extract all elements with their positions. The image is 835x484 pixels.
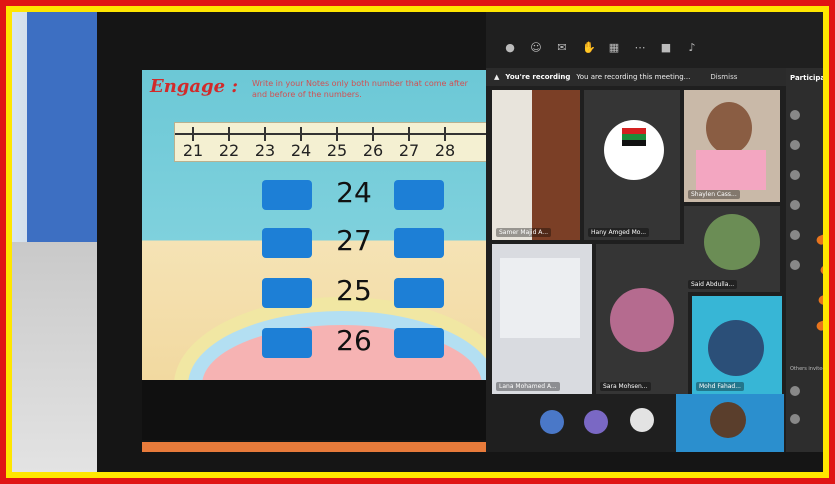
participant-avatar[interactable]: [540, 410, 564, 434]
video-tile[interactable]: Samer Majid A...: [492, 90, 580, 240]
wall-photo: [492, 90, 532, 240]
number-line-label: 23: [254, 141, 276, 160]
video-tile[interactable]: Shaylen Cass...: [684, 90, 780, 202]
avatar: [610, 288, 674, 352]
shared-slide: Engage : Write in your Notes only both n…: [142, 70, 492, 380]
video-tile[interactable]: Mohd Fahad...: [692, 296, 782, 394]
chat-icon[interactable]: ✉: [556, 42, 568, 54]
number-line-label: 28: [434, 141, 456, 160]
number-line-label: 25: [326, 141, 348, 160]
recording-label: You're recording: [505, 73, 571, 81]
slide-instruction: Write in your Notes only both number tha…: [252, 79, 468, 99]
answer-box-after: [394, 278, 444, 308]
people-icon[interactable]: ☺: [530, 42, 542, 54]
meeting-toolbar: ● ☺ ✉ ✋ ▦ ⋯ ■ ♪: [486, 32, 823, 64]
participant-row[interactable]: [790, 228, 823, 242]
avatar: [790, 386, 800, 396]
participant-row[interactable]: [790, 384, 823, 398]
answer-box-after: [394, 228, 444, 258]
video-tile[interactable]: Sara Mohsen...: [596, 244, 688, 394]
number-line-label: 21: [182, 141, 204, 160]
answer-box-before: [262, 328, 312, 358]
tile-name: Hany Amged Mo...: [588, 228, 650, 237]
whiteboard-photo: [500, 258, 580, 338]
avatar: [710, 402, 746, 438]
number-line-label: 24: [290, 141, 312, 160]
avatar: [790, 200, 800, 210]
participants-title: Participants: [790, 74, 826, 82]
answer-box-before: [262, 180, 312, 210]
answer-box-after: [394, 180, 444, 210]
participant-avatar[interactable]: [584, 410, 608, 434]
video-tile[interactable]: Lana Mohamed A...: [492, 244, 592, 394]
number-row: 26: [262, 324, 447, 358]
avatar: [604, 120, 664, 180]
participant-row[interactable]: [790, 412, 823, 426]
video-tile[interactable]: Said Abdulla...: [684, 206, 780, 292]
avatar: [790, 110, 800, 120]
recording-text: You are recording this meeting...: [576, 73, 691, 81]
slide-bottom-bar: [142, 380, 492, 440]
row-number: 27: [336, 224, 372, 257]
number-line: 21 22 23 24 25 26 27 28: [174, 122, 492, 162]
number-line-label: 22: [218, 141, 240, 160]
recording-banner: ▲ You're recording You are recording thi…: [486, 68, 786, 86]
number-line-label: 26: [362, 141, 384, 160]
participant-row[interactable]: [790, 198, 823, 212]
record-icon[interactable]: ●: [504, 42, 516, 54]
video-tile[interactable]: Hany Amged Mo...: [584, 90, 680, 240]
answer-box-before: [262, 278, 312, 308]
avatar: [704, 214, 760, 270]
slide-title: Engage :: [150, 76, 239, 97]
tile-name: Said Abdulla...: [688, 280, 738, 289]
answer-box-before: [262, 228, 312, 258]
participant-row[interactable]: [790, 168, 823, 182]
camera-icon[interactable]: ■: [660, 42, 672, 54]
participant-row[interactable]: [790, 108, 823, 122]
participant-row[interactable]: [790, 258, 823, 272]
avatar: [708, 320, 764, 376]
rooms-icon[interactable]: ▦: [608, 42, 620, 54]
avatar: [790, 170, 800, 180]
shirt-photo: [696, 150, 766, 190]
warning-icon: ▲: [494, 73, 500, 81]
teams-panel: ● ☺ ✉ ✋ ▦ ⋯ ■ ♪ ▲ You're recording You a…: [486, 12, 826, 452]
number-row: 27: [262, 224, 447, 258]
row-number: 26: [336, 324, 372, 357]
avatar: [790, 230, 800, 240]
tile-name: Mohd Fahad...: [696, 382, 744, 391]
orange-annotation: [815, 212, 823, 332]
participant-avatar[interactable]: [630, 408, 654, 432]
avatar: [790, 140, 800, 150]
answer-box-after: [394, 328, 444, 358]
tile-name: Sara Mohsen...: [600, 382, 651, 391]
number-row: 25: [262, 274, 447, 308]
photo-frame: Engage : Write in your Notes only both n…: [6, 6, 829, 478]
mic-icon[interactable]: ♪: [686, 42, 698, 54]
row-number: 24: [336, 176, 372, 209]
tile-name: Samer Majid A...: [496, 228, 552, 237]
row-number: 25: [336, 274, 372, 307]
participant-row[interactable]: [790, 138, 823, 152]
number-row: 24: [262, 176, 447, 210]
person-photo: [706, 102, 752, 154]
more-options-icon[interactable]: ⋯: [634, 42, 646, 54]
others-invited-label: Others invited: [790, 366, 826, 372]
avatar: [790, 260, 800, 270]
video-tile[interactable]: [676, 394, 784, 452]
raise-hand-icon[interactable]: ✋: [582, 42, 596, 54]
tile-name: Shaylen Cass...: [688, 190, 740, 199]
door-photo: [532, 90, 580, 240]
tile-name: Lana Mohamed A...: [496, 382, 560, 391]
dismiss-button[interactable]: Dismiss: [710, 73, 737, 81]
taskbar-strip: [142, 442, 492, 452]
number-line-label: 27: [398, 141, 420, 160]
avatar: [790, 414, 800, 424]
